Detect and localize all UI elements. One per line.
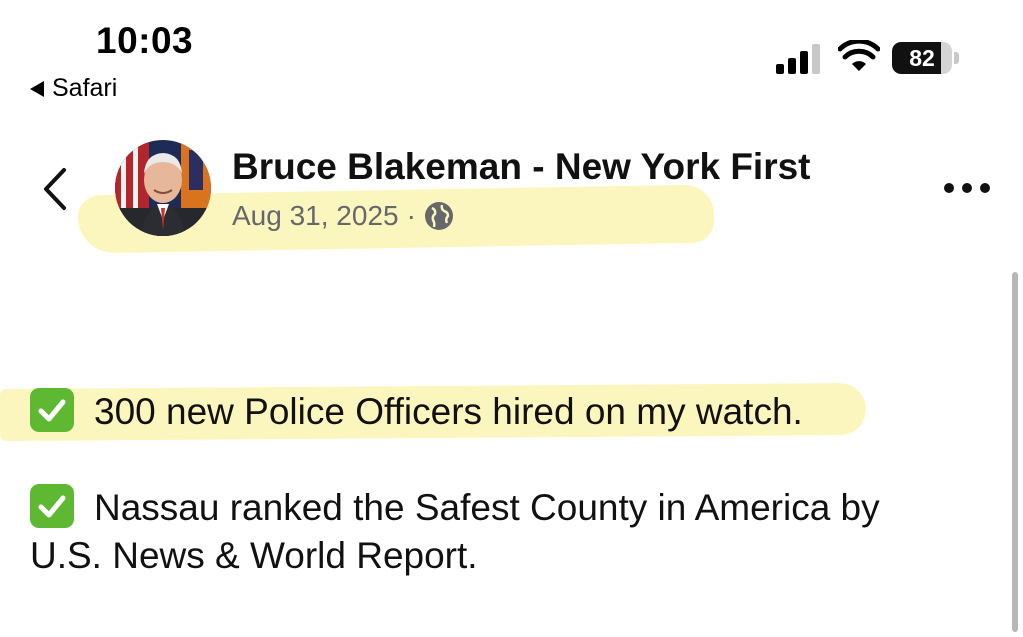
post-meta: Aug 31, 2025 · <box>232 200 454 232</box>
post-text-line: Nassau ranked the Safest County in Ameri… <box>94 487 880 528</box>
status-time: 10:03 <box>96 20 194 61</box>
avatar[interactable] <box>115 140 211 236</box>
chevron-left-icon[interactable] <box>40 166 70 212</box>
more-options-icon[interactable] <box>942 180 992 196</box>
back-to-app-button[interactable]: Safari <box>30 74 117 103</box>
battery-indicator: 82 <box>892 42 960 74</box>
check-mark-button-icon <box>30 484 74 528</box>
post-text-line: 300 new Police Officers hired on my watc… <box>94 391 803 432</box>
back-app-label: Safari <box>52 74 118 102</box>
wifi-icon <box>838 40 880 71</box>
meta-separator: · <box>406 200 416 231</box>
screen: 10:03 Safari 82 Bruce Blakeman - New Yor… <box>0 0 1023 637</box>
check-mark-button-icon <box>30 388 74 432</box>
cellular-signal-icon <box>776 44 820 74</box>
post-paragraph: Nassau ranked the Safest County in Ameri… <box>30 484 880 532</box>
post-date[interactable]: Aug 31, 2025 <box>232 200 399 232</box>
profile-photo <box>115 140 211 236</box>
battery-level: 82 <box>909 45 935 71</box>
post-text-line: U.S. News & World Report. <box>30 535 478 576</box>
page-name-link[interactable]: Bruce Blakeman - New York First <box>232 146 811 188</box>
scrollbar[interactable] <box>1012 272 1018 632</box>
globe-icon <box>424 202 453 230</box>
back-triangle-icon <box>30 80 44 97</box>
post-paragraph: 300 new Police Officers hired on my watc… <box>30 388 803 436</box>
